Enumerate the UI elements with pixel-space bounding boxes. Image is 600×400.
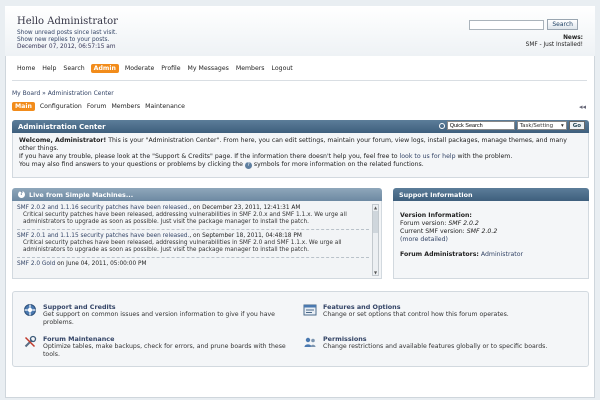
- live-news-list: SMF 2.0.2 and 1.1.16 security patches ha…: [12, 201, 382, 279]
- greeting: Hello Administrator: [17, 16, 118, 27]
- more-detailed-link[interactable]: (more detailed): [400, 236, 582, 244]
- unread-posts-link[interactable]: Show unread posts since last visit.: [17, 30, 117, 37]
- scroll-thumb[interactable]: [373, 211, 378, 233]
- quick-search: Task/Setting ▾ Go: [438, 121, 585, 130]
- tab-forum[interactable]: Forum: [87, 103, 107, 110]
- tab-main[interactable]: Main: [12, 102, 35, 111]
- quick-search-scope-select[interactable]: Task/Setting ▾: [516, 121, 567, 130]
- help-icon: ?: [244, 162, 252, 169]
- nav-search[interactable]: Search: [62, 64, 85, 73]
- quick-search-input[interactable]: [446, 121, 515, 130]
- nav-logout[interactable]: Logout: [271, 64, 294, 73]
- support-info: Version Information: Forum version: SMF …: [393, 201, 589, 279]
- forum-version: SMF 2.0.2: [448, 220, 479, 227]
- current-version: SMF 2.0.2: [466, 228, 498, 235]
- scroll-up-icon[interactable]: ▲: [373, 205, 378, 210]
- new-replies-link[interactable]: Show new replies to your posts.: [17, 37, 117, 44]
- chevron-down-icon: ▾: [560, 122, 564, 129]
- nav-divider: [12, 80, 587, 81]
- nav-members[interactable]: Members: [235, 64, 266, 73]
- collapse-icon[interactable]: ◂◂: [579, 103, 586, 111]
- live-news-header: ? Live from Simple Machines...: [12, 188, 382, 201]
- help-link[interactable]: look to us for help: [400, 153, 456, 160]
- task-title-link[interactable]: Forum Maintenance: [43, 335, 293, 343]
- live-news-title: Live from Simple Machines...: [29, 190, 134, 199]
- list-item: SMF 2.0 Gold on June 04, 2011, 05:00:00 …: [17, 261, 147, 267]
- news-scrollbar[interactable]: ▲ ▼: [372, 204, 379, 276]
- news-link[interactable]: SMF 2.0 Gold: [17, 261, 55, 267]
- support-icon: [24, 304, 36, 316]
- tab-configuration[interactable]: Configuration: [40, 103, 82, 110]
- task-title-link[interactable]: Features and Options: [323, 303, 509, 311]
- support-header: Support Information: [393, 188, 589, 201]
- search-input[interactable]: [469, 19, 545, 30]
- task-support-credits: Support and Credits Get support on commo…: [23, 303, 293, 327]
- admin-sub-nav: Main Configuration Forum Members Mainten…: [12, 102, 185, 111]
- top-search: Search: [469, 19, 578, 30]
- features-icon: [303, 304, 317, 316]
- news-label: News:: [563, 35, 583, 41]
- welcome-heading: Welcome, Administrator!: [19, 137, 107, 144]
- news-link[interactable]: SMF 2.0.1 and 1.1.15 security patches ha…: [17, 233, 189, 239]
- nav-help[interactable]: Help: [41, 64, 57, 73]
- nav-home[interactable]: Home: [16, 64, 36, 73]
- nav-my-messages[interactable]: My Messages: [187, 64, 230, 73]
- news-text: SMF - Just Installed!: [525, 42, 583, 48]
- magnifier-icon: [438, 122, 445, 129]
- tab-maintenance[interactable]: Maintenance: [145, 103, 185, 110]
- welcome-box: Welcome, Administrator! This is your "Ad…: [12, 133, 589, 178]
- admin-link[interactable]: Administrator: [481, 251, 523, 258]
- admin-center-bar: Administration Center Task/Setting ▾ Go: [12, 120, 589, 133]
- news-link[interactable]: SMF 2.0.2 and 1.1.16 security patches ha…: [17, 205, 189, 211]
- list-item: SMF 2.0.1 and 1.1.15 security patches ha…: [17, 233, 369, 258]
- permissions-icon: [304, 337, 316, 347]
- go-button[interactable]: Go: [568, 121, 585, 130]
- tab-members[interactable]: Members: [111, 103, 140, 110]
- task-permissions: Permissions Change restrictions and avai…: [303, 335, 573, 351]
- news-box: News: SMF - Just Installed!: [526, 35, 583, 49]
- admin-center-title: Administration Center: [18, 123, 106, 131]
- forum-header: Hello Administrator Show unread posts si…: [5, 6, 595, 56]
- nav-profile[interactable]: Profile: [160, 64, 181, 73]
- task-forum-maintenance: Forum Maintenance Optimize tables, make …: [23, 335, 293, 359]
- maintenance-icon: [24, 335, 37, 348]
- task-title-link[interactable]: Permissions: [323, 335, 547, 343]
- scroll-down-icon[interactable]: ▼: [373, 270, 378, 275]
- task-features-options: Features and Options Change or set optio…: [303, 303, 573, 319]
- main-nav: Home Help Search Admin Moderate Profile …: [16, 64, 294, 73]
- user-links: Show unread posts since last visit. Show…: [17, 30, 117, 51]
- search-button[interactable]: Search: [547, 19, 578, 30]
- list-item: SMF 2.0.2 and 1.1.16 security patches ha…: [17, 205, 369, 230]
- admin-tasks: Support and Credits Get support on commo…: [12, 291, 589, 367]
- nav-admin[interactable]: Admin: [90, 64, 119, 73]
- breadcrumb[interactable]: My Board » Administration Center: [12, 90, 114, 97]
- nav-moderate[interactable]: Moderate: [124, 64, 155, 73]
- current-datetime: December 07, 2012, 06:57:15 am: [17, 44, 116, 50]
- task-title-link[interactable]: Support and Credits: [43, 303, 293, 311]
- info-icon[interactable]: ?: [18, 191, 25, 198]
